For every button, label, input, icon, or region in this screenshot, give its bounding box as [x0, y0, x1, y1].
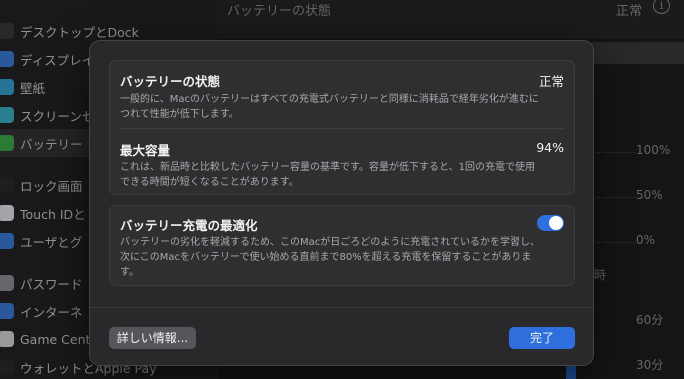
battery-info-card: バッテリーの状態 正常 一般的に、Macのバッテリーはすべての充電式バッテリーと…: [109, 60, 575, 195]
max-capacity-description: これは、新品時と比較したバッテリー容量の基準です。容量が低下すると、1回の充電で…: [120, 162, 535, 188]
max-capacity-value: 94%: [536, 140, 564, 155]
optimized-charging-title: バッテリー充電の最適化: [120, 218, 258, 233]
settings-window: バッテリーの状態 正常 i 100% 50% 0% 時 60分 30分 デスクト…: [0, 0, 684, 379]
toggle-knob: [549, 216, 563, 230]
optimized-charging-card: バッテリー充電の最適化 バッテリーの劣化を軽減するため、このMacが日ごろどのよ…: [109, 205, 575, 286]
battery-health-description: 一般的に、Macのバッテリーはすべての充電式バッテリーと同様に消耗品で経年劣化が…: [120, 94, 539, 120]
battery-health-sheet: バッテリーの状態 正常 一般的に、Macのバッテリーはすべての充電式バッテリーと…: [89, 40, 594, 366]
battery-health-title: バッテリーの状態: [120, 74, 221, 89]
battery-health-status: 正常: [538, 74, 564, 89]
optimized-charging-toggle[interactable]: [537, 215, 564, 231]
max-capacity-title: 最大容量: [120, 143, 171, 158]
divider: [120, 128, 564, 129]
footer-divider: [90, 307, 593, 308]
optimized-charging-description: バッテリーの劣化を軽減するため、このMacが日ごろどのように充電されているかを学…: [120, 237, 540, 278]
done-button[interactable]: 完了: [509, 327, 575, 349]
more-info-button[interactable]: 詳しい情報...: [109, 327, 196, 349]
